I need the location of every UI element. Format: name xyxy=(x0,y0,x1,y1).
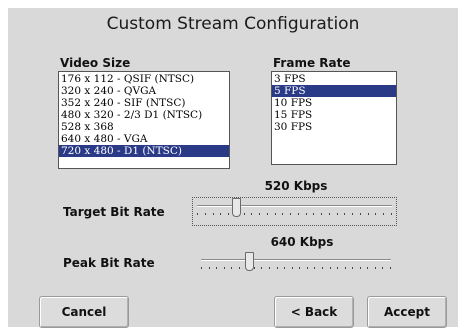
slider-ticks xyxy=(201,267,391,270)
target-bit-rate-label: Target Bit Rate xyxy=(63,205,165,219)
slider-tick xyxy=(277,267,278,269)
slider-tick xyxy=(375,213,376,215)
slider-tick xyxy=(298,213,299,215)
slider-tick xyxy=(251,213,252,215)
peak-bit-rate-label: Peak Bit Rate xyxy=(63,256,155,270)
slider-ticks xyxy=(197,213,392,216)
slider-tick xyxy=(367,267,368,269)
slider-tick xyxy=(330,267,331,269)
slider-tick xyxy=(228,213,229,215)
slider-tick xyxy=(321,213,322,215)
slider-tick xyxy=(344,213,345,215)
peak-bit-rate-slider[interactable] xyxy=(197,252,395,276)
slider-tick xyxy=(375,267,376,269)
accept-button[interactable]: Accept xyxy=(367,296,447,328)
slider-tick xyxy=(216,267,217,269)
slider-tick xyxy=(231,267,232,269)
slider-tick xyxy=(292,267,293,269)
list-item[interactable]: 30 FPS xyxy=(272,121,396,133)
slider-tick xyxy=(284,267,285,269)
slider-tick xyxy=(368,213,369,215)
slider-tick xyxy=(314,267,315,269)
slider-tick xyxy=(313,213,314,215)
slider-tick xyxy=(290,213,291,215)
video-size-listbox[interactable]: 176 x 112 - QSIF (NTSC) 320 x 240 - QVGA 3… xyxy=(58,71,230,169)
dialog-title: Custom Stream Configuration xyxy=(106,14,360,34)
slider-tick xyxy=(261,267,262,269)
cancel-button[interactable]: Cancel xyxy=(39,296,129,328)
list-item[interactable]: 320 x 240 - QVGA xyxy=(59,85,229,97)
slider-tick xyxy=(269,267,270,269)
slider-tick xyxy=(299,267,300,269)
back-button[interactable]: < Back xyxy=(274,296,354,328)
list-item[interactable]: 640 x 480 - VGA xyxy=(59,133,229,145)
slider-tick xyxy=(205,213,206,215)
slider-track xyxy=(197,205,392,207)
slider-tick xyxy=(360,267,361,269)
slider-tick xyxy=(352,267,353,269)
slider-tick xyxy=(275,213,276,215)
slider-tick xyxy=(322,267,323,269)
list-item[interactable]: 5 FPS xyxy=(272,85,396,97)
slider-tick xyxy=(352,213,353,215)
slider-tick xyxy=(239,267,240,269)
target-bit-rate-value: 520 Kbps xyxy=(264,179,328,193)
list-item[interactable]: 352 x 240 - SIF (NTSC) xyxy=(59,97,229,109)
frame-rate-label: Frame Rate xyxy=(273,56,351,70)
slider-tick xyxy=(329,213,330,215)
slider-track xyxy=(201,259,391,261)
slider-tick xyxy=(307,267,308,269)
slider-tick xyxy=(197,213,198,215)
list-item[interactable]: 720 x 480 - D1 (NTSC) xyxy=(59,145,229,157)
slider-tick xyxy=(209,267,210,269)
slider-tick xyxy=(224,267,225,269)
list-item[interactable]: 3 FPS xyxy=(272,73,396,85)
slider-tick xyxy=(267,213,268,215)
slider-thumb[interactable] xyxy=(232,198,241,217)
list-item[interactable]: 528 x 368 xyxy=(59,121,229,133)
slider-tick xyxy=(220,213,221,215)
slider-tick xyxy=(259,213,260,215)
peak-bit-rate-value: 640 Kbps xyxy=(270,235,334,249)
video-size-label: Video Size xyxy=(60,56,131,70)
slider-tick xyxy=(382,267,383,269)
list-item[interactable]: 176 x 112 - QSIF (NTSC) xyxy=(59,73,229,85)
slider-tick xyxy=(213,213,214,215)
slider-tick xyxy=(337,267,338,269)
target-bit-rate-slider[interactable] xyxy=(192,197,397,226)
slider-tick xyxy=(244,213,245,215)
slider-tick xyxy=(383,213,384,215)
slider-tick xyxy=(390,267,391,269)
slider-tick xyxy=(306,213,307,215)
list-item[interactable]: 480 x 320 - 2/3 D1 (NTSC) xyxy=(59,109,229,121)
slider-tick xyxy=(360,213,361,215)
slider-tick xyxy=(282,213,283,215)
slider-tick xyxy=(201,267,202,269)
slider-tick xyxy=(337,213,338,215)
list-item[interactable]: 10 FPS xyxy=(272,97,396,109)
slider-thumb[interactable] xyxy=(245,252,254,271)
slider-tick xyxy=(345,267,346,269)
slider-tick xyxy=(391,213,392,215)
slider-tick xyxy=(254,267,255,269)
frame-rate-listbox[interactable]: 3 FPS 5 FPS 10 FPS 15 FPS 30 FPS xyxy=(271,71,397,165)
list-item[interactable]: 15 FPS xyxy=(272,109,396,121)
